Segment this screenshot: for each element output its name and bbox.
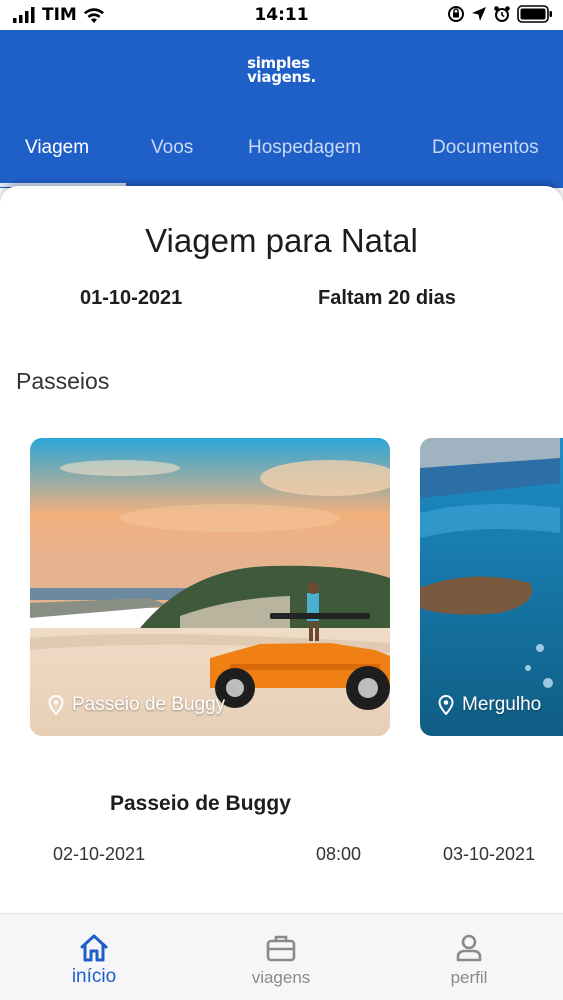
map-pin-icon <box>48 695 64 715</box>
tour-label-mergulho: Mergulho <box>438 694 541 716</box>
selected-tour-end-date: 03-10-2021 <box>443 844 536 864</box>
tour-label-text: Passeio de Buggy <box>72 694 226 715</box>
tab-documentos[interactable]: Documentos <box>432 134 539 188</box>
buggy-photo <box>30 438 390 736</box>
battery-icon <box>517 5 552 23</box>
status-right <box>447 5 553 23</box>
trip-title: Viagem para Natal <box>145 222 418 259</box>
selected-tour-start-date: 02-10-2021 <box>53 844 146 864</box>
nav-item-inicio[interactable]: início <box>34 914 154 1000</box>
briefcase-icon <box>266 935 296 962</box>
selected-tour-time: 08:00 <box>316 844 362 864</box>
tour-label-text: Mergulho <box>462 694 542 715</box>
status-bar: TIM 14:11 <box>0 0 563 30</box>
nav-label-viagens: viagens <box>251 968 311 987</box>
tab-hospedagem[interactable]: Hospedagem <box>248 134 361 188</box>
tour-card-mergulho[interactable]: Mergulho <box>420 438 563 736</box>
bottom-navigation: início viagens perfil <box>0 913 563 1000</box>
tours-section-title: Passeios <box>16 368 110 394</box>
top-tabs: Viagem Voos Hospedagem Documentos <box>0 134 563 188</box>
app-header: simples viagens. Viagem Voos Hospedagem … <box>0 30 563 188</box>
app-logo: simples viagens. <box>0 56 563 86</box>
selected-tour-name: Passeio de Buggy <box>110 792 291 815</box>
home-icon <box>80 934 108 962</box>
tour-label-buggy: Passeio de Buggy <box>48 694 225 716</box>
orientation-lock-icon <box>448 6 464 22</box>
tab-viagem[interactable]: Viagem <box>25 134 89 188</box>
alarm-icon <box>494 6 510 22</box>
logo-line-2: viagens. <box>247 68 316 86</box>
nav-label-perfil: perfil <box>450 968 488 987</box>
nav-item-viagens[interactable]: viagens <box>221 914 341 1000</box>
map-pin-icon <box>438 695 454 715</box>
tours-carousel[interactable]: Passeio de Buggy Mergulho <box>0 438 563 738</box>
user-icon <box>456 934 482 962</box>
location-icon <box>472 7 486 21</box>
tour-card-buggy[interactable]: Passeio de Buggy <box>30 438 390 736</box>
trip-card: Viagem para Natal 01-10-2021 Faltam 20 d… <box>0 186 563 916</box>
trip-date: 01-10-2021 <box>80 287 183 309</box>
nav-item-perfil[interactable]: perfil <box>409 914 529 1000</box>
trip-countdown: Faltam 20 dias <box>318 287 456 309</box>
diving-photo <box>420 438 563 736</box>
nav-label-inicio: início <box>71 966 117 987</box>
tab-voos[interactable]: Voos <box>151 134 193 188</box>
